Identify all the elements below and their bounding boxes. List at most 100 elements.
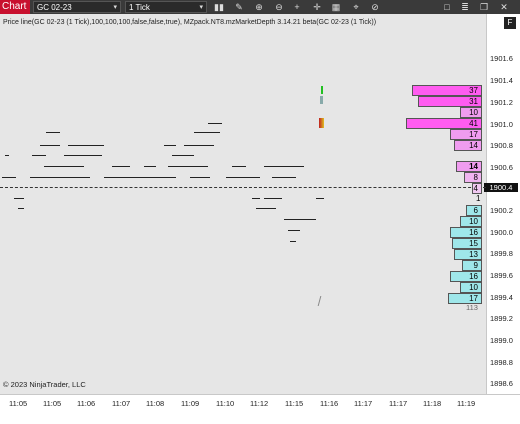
price-print bbox=[190, 177, 210, 178]
copyright: © 2023 NinjaTrader, LLC bbox=[3, 380, 86, 389]
price-print bbox=[30, 177, 90, 178]
price-print bbox=[164, 145, 176, 146]
chevron-down-icon: ▾ bbox=[113, 4, 117, 11]
bid-bar: 13 bbox=[454, 249, 482, 260]
y-label: 1900.6 bbox=[490, 163, 513, 172]
pin-icon[interactable]: ⌖ bbox=[349, 1, 363, 13]
y-label: 1899.2 bbox=[490, 314, 513, 323]
interval-select[interactable]: 1 Tick ▾ bbox=[125, 1, 207, 13]
plus-icon[interactable]: ✛ bbox=[310, 1, 324, 13]
price-print bbox=[264, 198, 282, 199]
price-print bbox=[112, 166, 130, 167]
chart-area[interactable] bbox=[0, 14, 486, 394]
x-label: 11:17 bbox=[354, 399, 373, 408]
y-label: 1898.6 bbox=[490, 379, 513, 388]
x-label: 11:08 bbox=[146, 399, 165, 408]
x-label: 11:19 bbox=[457, 399, 476, 408]
ask-bar: 41 bbox=[406, 118, 482, 129]
y-label: 1899.0 bbox=[490, 336, 513, 345]
price-print bbox=[284, 219, 316, 220]
price-print bbox=[208, 123, 222, 124]
price-print bbox=[226, 177, 260, 178]
crosshair-icon[interactable]: + bbox=[290, 1, 304, 13]
current-price-marker: 1900.4 bbox=[484, 183, 518, 192]
grid-icon[interactable]: ▦ bbox=[329, 1, 343, 13]
ask-bar: 14 bbox=[454, 140, 482, 151]
price-print bbox=[2, 177, 16, 178]
bid-bar: 6 bbox=[466, 205, 482, 216]
price-print bbox=[264, 166, 304, 167]
chevron-down-icon: ▾ bbox=[199, 4, 203, 11]
y-label: 1900.2 bbox=[490, 206, 513, 215]
square-icon[interactable]: □ bbox=[440, 1, 454, 13]
price-print bbox=[68, 145, 104, 146]
price-print bbox=[172, 155, 194, 156]
bid-bar: 1 bbox=[476, 194, 481, 203]
current-price-line bbox=[0, 187, 486, 188]
bid-bar: 10 bbox=[460, 216, 482, 227]
x-label: 11:05 bbox=[43, 399, 62, 408]
price-print bbox=[40, 145, 60, 146]
y-label: 1901.6 bbox=[490, 54, 513, 63]
price-print bbox=[256, 208, 276, 209]
ask-bar: 17 bbox=[450, 129, 482, 140]
price-print bbox=[290, 241, 296, 242]
instrument-value: GC 02-23 bbox=[37, 3, 72, 12]
instrument-select[interactable]: GC 02-23 ▾ bbox=[33, 1, 121, 13]
list-icon[interactable]: ≣ bbox=[458, 1, 472, 13]
price-print bbox=[14, 198, 24, 199]
zoom-in-icon[interactable]: ⊕ bbox=[252, 1, 266, 13]
ask-bar: 14 bbox=[456, 161, 482, 172]
y-label: 1899.8 bbox=[490, 249, 513, 258]
x-label: 11:09 bbox=[181, 399, 200, 408]
price-print bbox=[194, 132, 220, 133]
last-trade-marker bbox=[319, 118, 324, 128]
x-label: 11:16 bbox=[320, 399, 339, 408]
bid-bar: 16 bbox=[450, 227, 482, 238]
bid-bar: 9 bbox=[462, 260, 482, 271]
price-print bbox=[46, 132, 60, 133]
price-print bbox=[5, 155, 9, 156]
ask-bar: 10 bbox=[460, 107, 482, 118]
x-label: 11:06 bbox=[77, 399, 96, 408]
window-icon[interactable]: ❐ bbox=[477, 1, 491, 13]
x-label: 11:07 bbox=[112, 399, 131, 408]
y-label: 1901.0 bbox=[490, 120, 513, 129]
price-print bbox=[32, 155, 46, 156]
y-label: 1900.0 bbox=[490, 228, 513, 237]
bars-icon[interactable]: ▮▮ bbox=[212, 1, 226, 13]
y-label: 1901.4 bbox=[490, 76, 513, 85]
price-print bbox=[44, 166, 84, 167]
price-print bbox=[232, 166, 246, 167]
uptick-marker bbox=[321, 86, 323, 94]
chart-indicator-header: Price line(GC 02-23 (1 Tick),100,100,100… bbox=[3, 19, 377, 26]
price-print bbox=[184, 145, 214, 146]
bid-bar: 16 bbox=[450, 271, 482, 282]
ask-bar: 37 bbox=[412, 85, 482, 96]
zoom-out-icon[interactable]: ⊖ bbox=[272, 1, 286, 13]
tick-marker bbox=[320, 96, 323, 104]
y-label: 1898.8 bbox=[490, 358, 513, 367]
depth-total: 113 bbox=[466, 303, 478, 312]
x-label: 11:15 bbox=[285, 399, 304, 408]
chart-tab[interactable]: Chart bbox=[0, 0, 30, 14]
price-print bbox=[288, 230, 300, 231]
close-icon[interactable]: ✕ bbox=[497, 1, 511, 13]
x-label: 11:18 bbox=[423, 399, 442, 408]
toolbar: Chart GC 02-23 ▾ 1 Tick ▾ ▮▮ ✎ ⊕ ⊖ + ✛ ▦… bbox=[0, 0, 520, 14]
price-print bbox=[168, 166, 208, 167]
y-label: 1899.6 bbox=[490, 271, 513, 280]
x-label: 11:17 bbox=[389, 399, 408, 408]
y-label: 1899.4 bbox=[490, 293, 513, 302]
pencil-icon[interactable]: ✎ bbox=[232, 1, 246, 13]
f-button[interactable]: F bbox=[504, 17, 516, 29]
price-print bbox=[252, 198, 260, 199]
price-print bbox=[104, 177, 176, 178]
stop-icon[interactable]: ⊘ bbox=[368, 1, 382, 13]
ask-bar: 4 bbox=[472, 183, 482, 194]
price-print bbox=[144, 166, 156, 167]
y-label: 1900.8 bbox=[490, 141, 513, 150]
bid-bar: 10 bbox=[460, 282, 482, 293]
x-label: 11:05 bbox=[9, 399, 28, 408]
y-label: 1901.2 bbox=[490, 98, 513, 107]
